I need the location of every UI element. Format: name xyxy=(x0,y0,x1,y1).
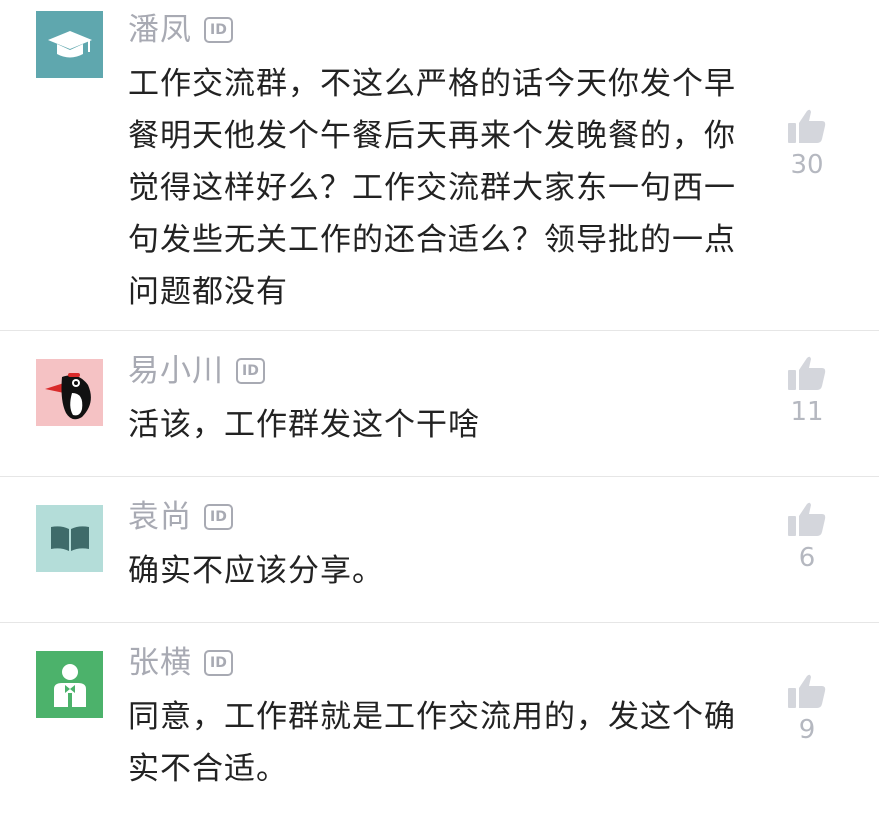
like-count: 11 xyxy=(790,397,824,427)
like-count: 30 xyxy=(790,150,824,180)
id-badge: ID xyxy=(236,358,265,384)
comment-item: 潘凤 ID 工作交流群，不这么严格的话今天你发个早 餐明天他发个午餐后天再来个发… xyxy=(0,0,879,331)
book-icon xyxy=(50,525,89,551)
id-badge: ID xyxy=(204,650,233,676)
username[interactable]: 张横 xyxy=(128,643,192,683)
like-count: 6 xyxy=(798,543,816,573)
like-button[interactable]: 30 xyxy=(785,108,829,180)
comment-text: 确实不应该分享。 xyxy=(128,545,773,597)
comment-line: 确实不应该分享。 xyxy=(128,553,384,589)
comment-line: 餐明天他发个午餐后天再来个发晚餐的，你 xyxy=(128,118,736,154)
comment-line: 句发些无关工作的还合适么？领导批的一点 xyxy=(128,222,736,258)
id-badge: ID xyxy=(204,504,233,530)
thumbs-up-icon xyxy=(788,502,826,536)
comment-line: 觉得这样好么？工作交流群大家东一句西一 xyxy=(128,170,736,206)
comment-line: 同意，工作群就是工作交流用的，发这个确 xyxy=(128,699,736,735)
comment-line: 活该，工作群发这个干啥 xyxy=(128,407,480,443)
comment-item: 易小川 ID 活该，工作群发这个干啥 11 xyxy=(0,331,879,477)
comment-text: 工作交流群，不这么严格的话今天你发个早 餐明天他发个午餐后天再来个发晚餐的，你 … xyxy=(128,58,773,318)
avatar[interactable] xyxy=(36,11,103,78)
comment-item: 袁尚 ID 确实不应该分享。 6 xyxy=(0,477,879,623)
graduation-cap-icon xyxy=(47,30,92,57)
like-button[interactable]: 9 xyxy=(785,673,829,745)
id-badge: ID xyxy=(204,17,233,43)
username[interactable]: 潘凤 xyxy=(128,10,192,50)
avatar[interactable] xyxy=(36,359,103,426)
username[interactable]: 易小川 xyxy=(128,351,224,391)
comment-line: 工作交流群，不这么严格的话今天你发个早 xyxy=(128,66,736,102)
thumbs-up-icon xyxy=(788,356,826,390)
person-icon xyxy=(53,663,86,707)
avatar[interactable] xyxy=(36,651,103,718)
comment-list: 潘凤 ID 工作交流群，不这么严格的话今天你发个早 餐明天他发个午餐后天再来个发… xyxy=(0,0,879,819)
thumbs-up-icon xyxy=(788,674,826,708)
username[interactable]: 袁尚 xyxy=(128,497,192,537)
woodpecker-icon xyxy=(44,372,91,419)
like-count: 9 xyxy=(798,715,816,745)
avatar[interactable] xyxy=(36,505,103,572)
like-button[interactable]: 11 xyxy=(785,355,829,427)
like-button[interactable]: 6 xyxy=(785,501,829,573)
comment-text: 活该，工作群发这个干啥 xyxy=(128,399,773,451)
comment-line: 实不合适。 xyxy=(128,751,288,787)
comment-text: 同意，工作群就是工作交流用的，发这个确 实不合适。 xyxy=(128,691,773,795)
comment-item: 张横 ID 同意，工作群就是工作交流用的，发这个确 实不合适。 9 xyxy=(0,623,879,819)
comment-line: 问题都没有 xyxy=(128,274,288,310)
thumbs-up-icon xyxy=(788,109,826,143)
